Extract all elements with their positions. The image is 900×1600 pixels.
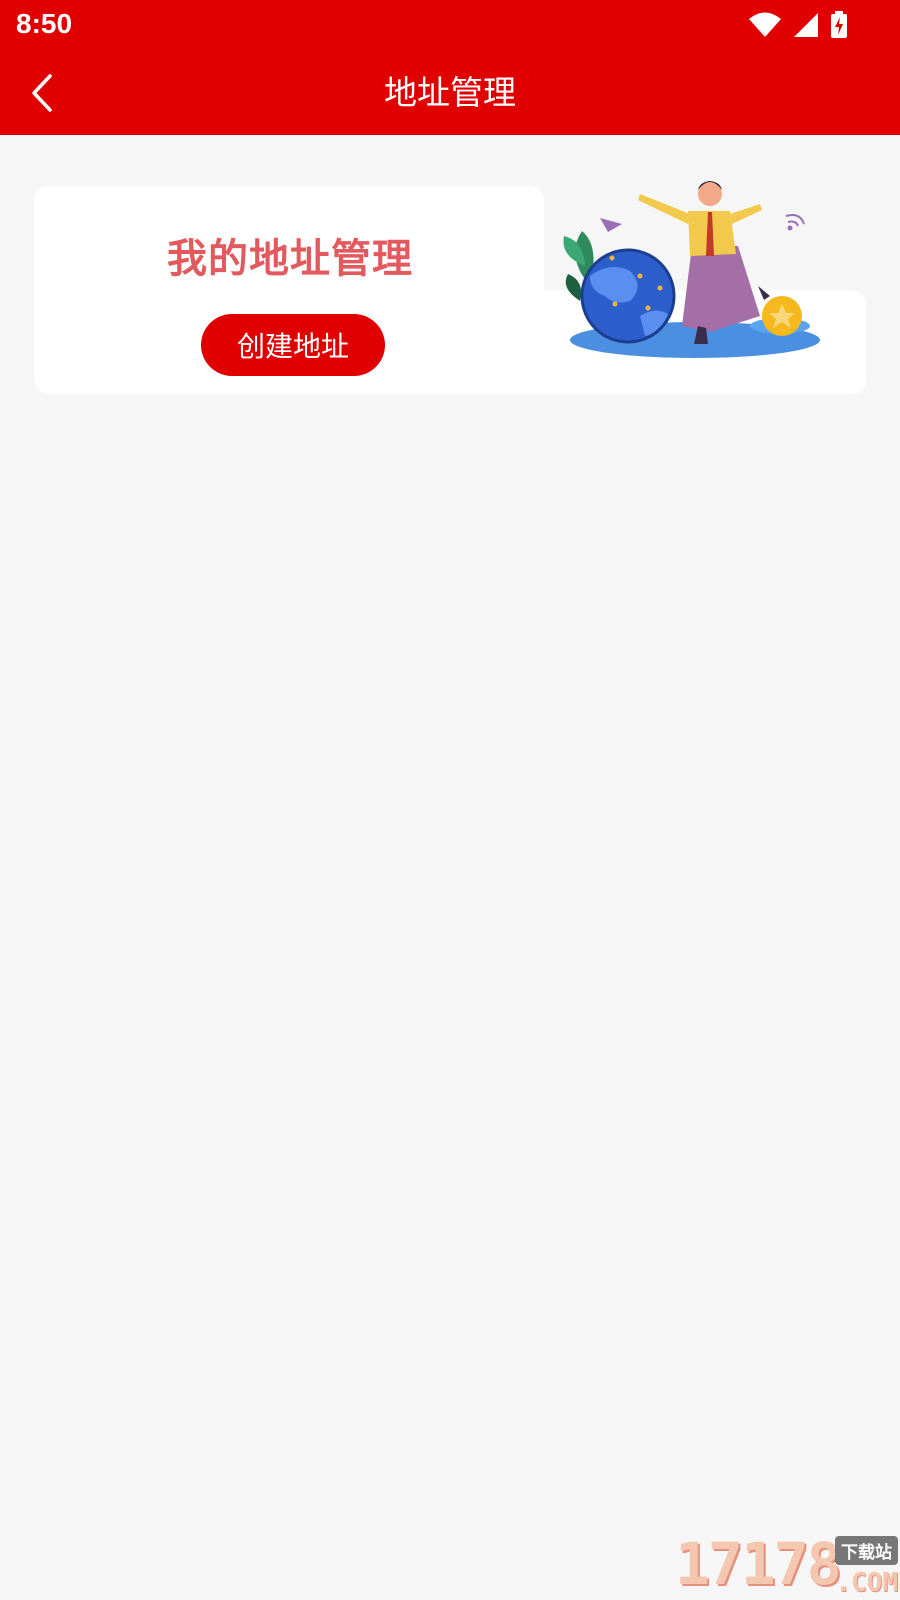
card-title: 我的地址管理 [167, 236, 413, 282]
create-address-button[interactable]: 创建地址 [201, 314, 385, 376]
battery-charging-icon [831, 11, 847, 38]
page-title: 地址管理 [384, 73, 516, 112]
wifi-icon [749, 12, 781, 37]
navigation-bar: 地址管理 [0, 50, 900, 135]
cellular-signal-icon [794, 13, 818, 37]
status-bar: 8:50 [0, 0, 900, 50]
watermark-domain: .COM [835, 1568, 898, 1598]
status-time: 8:50 [16, 8, 73, 39]
watermark-badge: 下载站 [835, 1536, 898, 1565]
woman-with-globe-illustration [563, 181, 820, 358]
watermark-number: 17178 [675, 1530, 842, 1598]
status-icons [748, 10, 848, 40]
site-watermark: 17178 下载站 .COM [675, 1530, 900, 1600]
app-header: 8:50 地址管理 [0, 0, 900, 135]
